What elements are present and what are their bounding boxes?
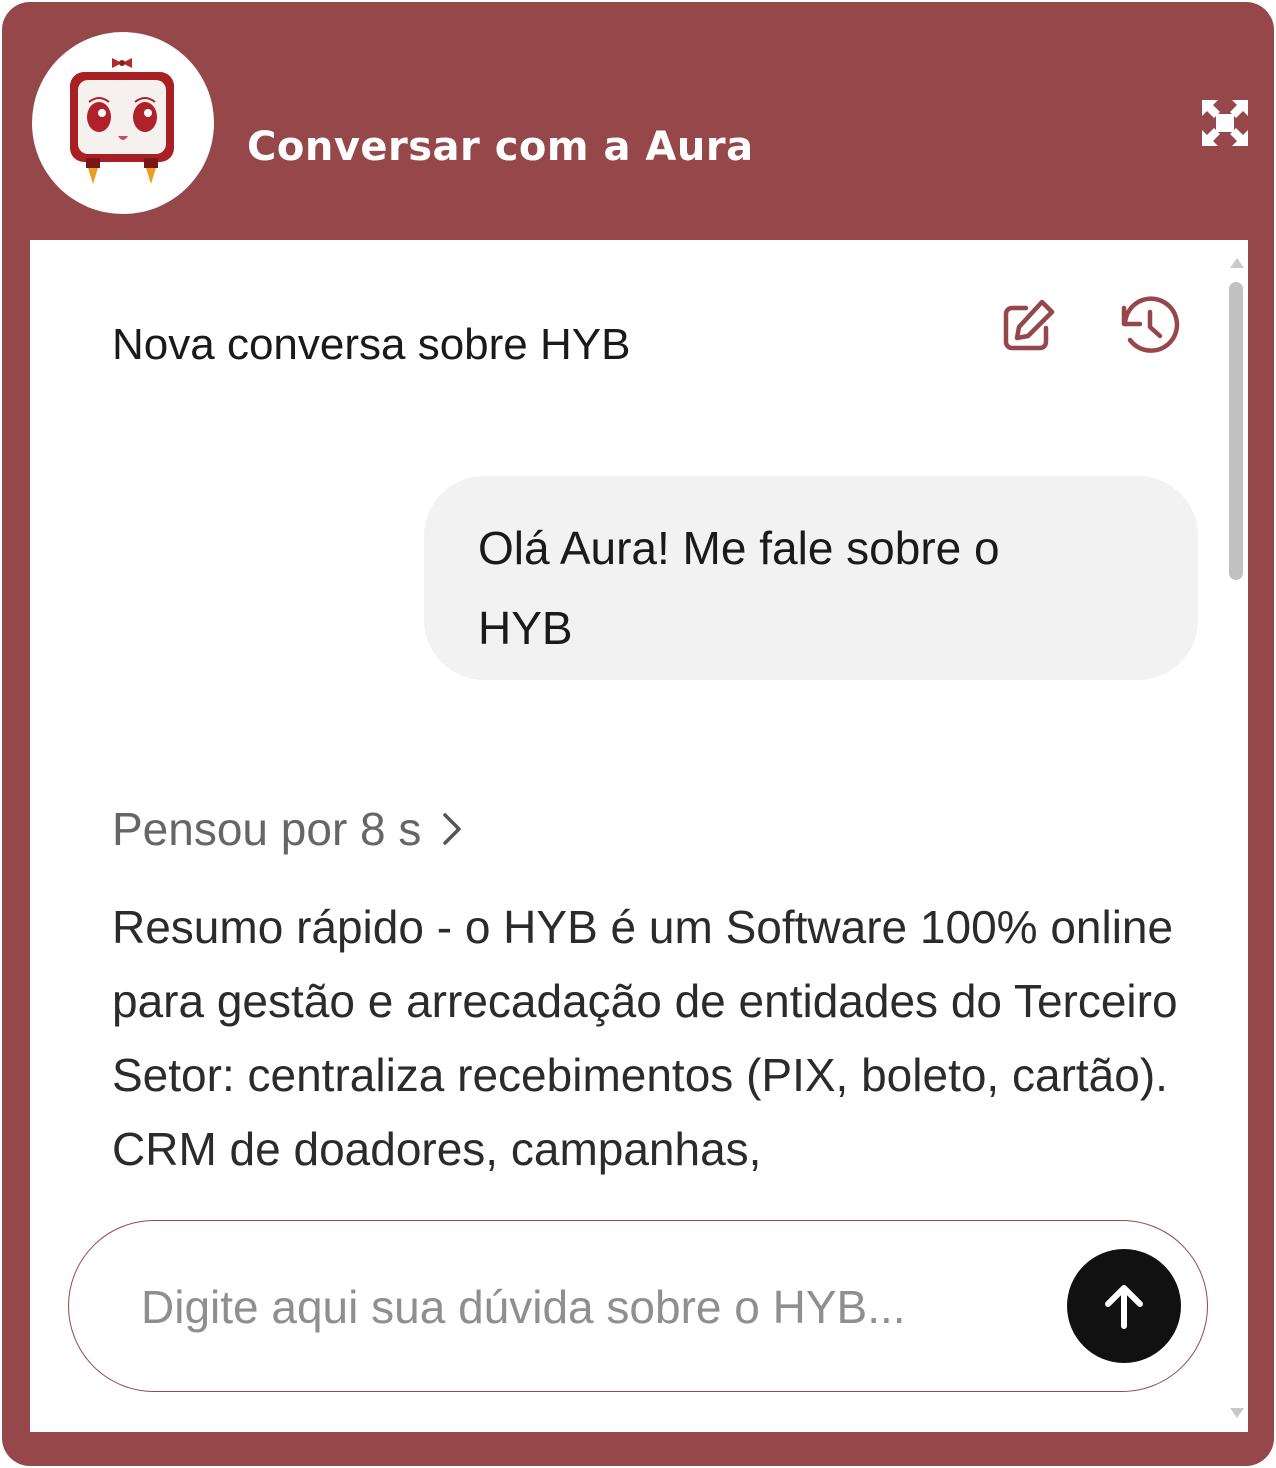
new-conversation-button[interactable] — [996, 294, 1060, 358]
scrollbar[interactable] — [1224, 240, 1248, 1432]
aura-avatar — [32, 32, 214, 214]
message-input[interactable] — [139, 1261, 1023, 1353]
thought-label: Pensou por 8 s — [112, 803, 422, 855]
chevron-right-icon — [443, 813, 462, 845]
scroll-up-arrow-icon[interactable] — [1230, 258, 1244, 268]
thought-toggle[interactable]: Pensou por 8 s — [112, 802, 463, 856]
message-input-container — [68, 1220, 1208, 1392]
history-icon — [1121, 296, 1180, 353]
chat-panel: Nova conversa sobre HYB Olá Aura! Me fal… — [30, 240, 1248, 1432]
scrollbar-thumb[interactable] — [1229, 282, 1243, 580]
edit-icon — [1003, 299, 1055, 351]
history-button[interactable] — [1116, 294, 1180, 358]
expand-button[interactable] — [1202, 100, 1248, 146]
arrow-up-icon — [1105, 1285, 1143, 1329]
expand-icon — [1202, 100, 1248, 146]
user-message-bubble: Olá Aura! Me fale sobre o HYB — [424, 476, 1198, 680]
robot-avatar-icon — [70, 58, 174, 184]
scroll-down-arrow-icon[interactable] — [1230, 1408, 1244, 1418]
chat-widget: Conversar com a Aura Nova conversa sobre… — [2, 2, 1274, 1466]
assistant-message-text: Resumo rápido - o HYB é um Software 100%… — [112, 901, 1178, 1175]
send-button[interactable] — [1067, 1249, 1181, 1363]
chat-header-title: Conversar com a Aura — [247, 124, 754, 170]
conversation-title: Nova conversa sobre HYB — [112, 320, 631, 369]
user-message-text: Olá Aura! Me fale sobre o HYB — [478, 522, 1000, 654]
